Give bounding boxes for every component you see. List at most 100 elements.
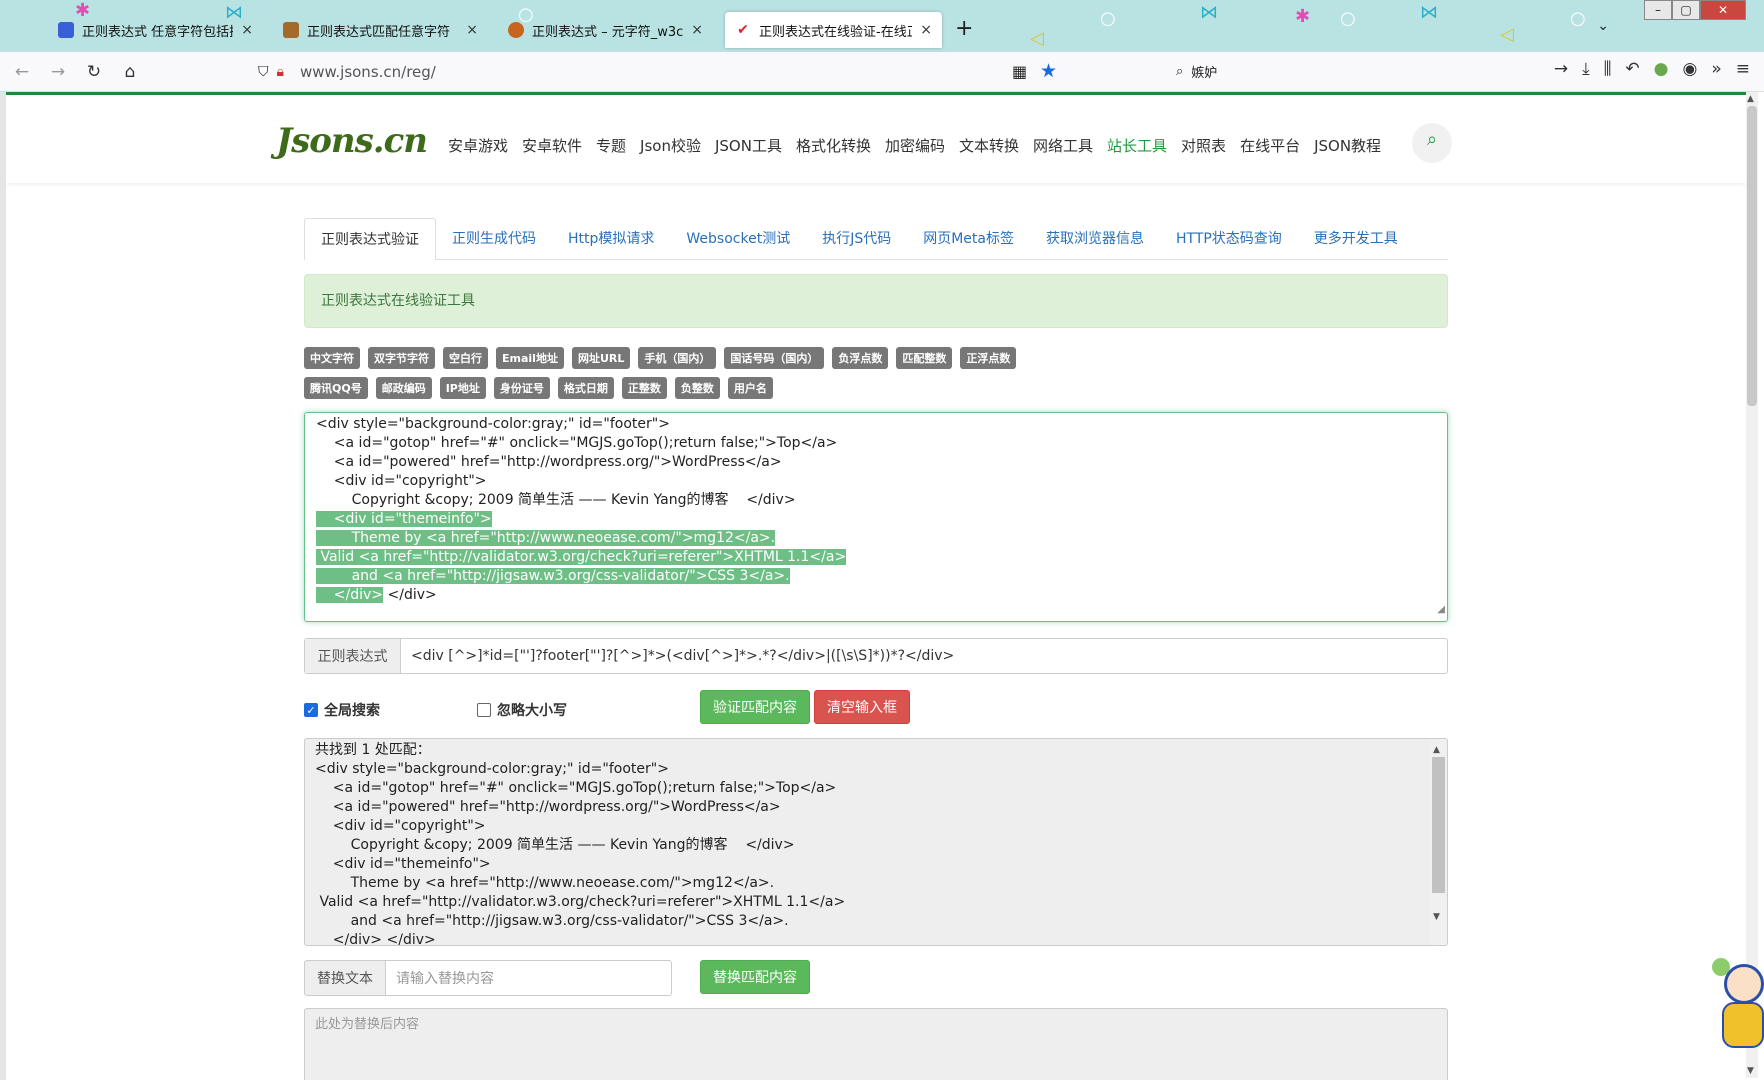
menu-item[interactable]: Json校验 xyxy=(640,135,701,156)
tab-browser-info[interactable]: 获取浏览器信息 xyxy=(1030,218,1160,260)
extension-icon[interactable]: ● xyxy=(1654,59,1669,79)
menu-icon[interactable]: ≡ xyxy=(1736,59,1750,79)
scroll-up-icon[interactable]: ▲ xyxy=(1747,94,1754,104)
scroll-down-icon[interactable]: ▼ xyxy=(1747,1066,1754,1076)
scroll-thumb[interactable] xyxy=(1747,106,1757,406)
forward-icon[interactable]: → xyxy=(44,58,72,86)
regex-input[interactable]: <div [^>]*id=["']?footer["']?[^>]*>(<div… xyxy=(401,639,1447,673)
preset-chip[interactable]: 身份证号 xyxy=(493,377,550,399)
mascot-widget[interactable] xyxy=(1712,950,1764,1054)
close-window-button[interactable]: ✕ xyxy=(1700,0,1746,20)
tab-more-tools[interactable]: 更多开发工具 xyxy=(1298,218,1414,260)
arrow-right-icon[interactable]: → xyxy=(1554,59,1568,79)
result-scrollbar[interactable]: ▲ ▼ xyxy=(1430,739,1447,945)
bookmark-star-icon[interactable]: ★ xyxy=(1040,60,1057,82)
favicon-icon xyxy=(508,22,524,38)
lock-icon[interactable]: 🔒︎ xyxy=(277,64,284,80)
menu-item[interactable]: 格式化转换 xyxy=(796,135,871,156)
close-tab-icon[interactable]: × xyxy=(691,22,703,38)
tab-http-request[interactable]: Http模拟请求 xyxy=(552,218,670,260)
undo-icon[interactable]: ↶ xyxy=(1625,59,1639,79)
back-icon[interactable]: ← xyxy=(8,58,36,86)
menu-item[interactable]: 加密编码 xyxy=(885,135,945,156)
clear-input-button[interactable]: 清空输入框 xyxy=(814,690,910,724)
ignore-case-checkbox[interactable]: 忽略大小写 xyxy=(477,700,567,720)
menu-item[interactable]: 安卓游戏 xyxy=(448,135,508,156)
preset-chip[interactable]: 用户名 xyxy=(727,377,773,399)
library-icon[interactable]: ⫼ xyxy=(1604,59,1612,79)
browser-tab[interactable]: 正则表达式匹配任意字符（包括 × xyxy=(273,12,488,48)
preset-chip[interactable]: 匹配整数 xyxy=(896,347,953,369)
preset-chip[interactable]: 邮政编码 xyxy=(375,377,432,399)
site-logo[interactable]: Jsons.cn xyxy=(276,121,428,161)
preset-chip[interactable]: 正浮点数 xyxy=(960,347,1017,369)
address-bar[interactable]: ⛉ 🔒︎ www.jsons.cn/reg/ xyxy=(258,58,436,86)
menu-item[interactable]: JSON工具 xyxy=(715,135,782,156)
preset-chip[interactable]: 网址URL xyxy=(571,347,631,369)
preset-chip[interactable]: 国话号码（国内） xyxy=(724,347,825,369)
resize-grip-icon[interactable]: ◢ xyxy=(1437,600,1445,619)
menu-item[interactable]: 对照表 xyxy=(1181,135,1226,156)
list-tabs-icon[interactable]: ⌄ xyxy=(1597,18,1609,34)
url-text[interactable]: www.jsons.cn/reg/ xyxy=(300,63,436,81)
result-line: Copyright &copy; 2009 简单生活 —— Kevin Yang… xyxy=(315,837,795,853)
maximize-button[interactable]: ▢ xyxy=(1672,0,1700,20)
replace-output[interactable]: 此处为替换后内容 xyxy=(304,1008,1448,1080)
home-icon[interactable]: ⌂ xyxy=(116,58,144,86)
extension-icon[interactable]: ◉ xyxy=(1683,59,1698,79)
preset-chip[interactable]: 空白行 xyxy=(443,347,488,369)
preset-chip[interactable]: 负浮点数 xyxy=(832,347,889,369)
search-bar[interactable]: ⌕ 嫉妒 xyxy=(1176,62,1217,81)
scroll-down-icon[interactable]: ▼ xyxy=(1433,908,1440,927)
preset-chip[interactable]: 格式日期 xyxy=(557,377,614,399)
menu-item[interactable]: 文本转换 xyxy=(959,135,1019,156)
replace-match-button[interactable]: 替换匹配内容 xyxy=(700,960,810,994)
menu-item[interactable]: JSON教程 xyxy=(1314,135,1381,156)
site-search-icon[interactable]: ⌕ xyxy=(1412,123,1452,163)
preset-chip[interactable]: 双字节字符 xyxy=(368,347,435,369)
shield-icon[interactable]: ⛉ xyxy=(258,64,269,80)
browser-tab[interactable]: 正则表达式 任意字符包括换行_ × xyxy=(48,12,263,48)
scroll-thumb[interactable] xyxy=(1432,757,1445,893)
new-tab-button[interactable]: + xyxy=(955,16,973,41)
tab-regex-codegen[interactable]: 正则生成代码 xyxy=(436,218,552,260)
preset-chip[interactable]: 中文字符 xyxy=(304,347,360,369)
tab-websocket[interactable]: Websocket测试 xyxy=(670,218,806,260)
minimize-button[interactable]: – xyxy=(1644,0,1672,20)
download-icon[interactable]: ⤓ xyxy=(1582,59,1590,79)
source-text-input[interactable]: <div style="background-color:gray;" id="… xyxy=(304,412,1448,622)
replace-input[interactable]: 请输入替换内容 xyxy=(386,960,672,996)
close-tab-icon[interactable]: × xyxy=(466,22,478,38)
preset-chip[interactable]: IP地址 xyxy=(439,377,486,399)
menu-item[interactable]: 在线平台 xyxy=(1240,135,1300,156)
browser-tab-active[interactable]: ✔ 正则表达式在线验证-在线正则表 × xyxy=(725,12,942,48)
overflow-icon[interactable]: » xyxy=(1711,59,1721,79)
global-search-checkbox[interactable]: ✓ 全局搜索 xyxy=(304,700,380,720)
tab-meta-tags[interactable]: 网页Meta标签 xyxy=(907,218,1030,260)
qr-code-icon[interactable]: ▦ xyxy=(1012,62,1027,81)
site-menu: 安卓游戏 安卓软件 专题 Json校验 JSON工具 格式化转换 加密编码 文本… xyxy=(448,135,1381,156)
match-result-output[interactable]: 共找到 1 处匹配： <div style="background-color:g… xyxy=(304,738,1448,946)
search-text[interactable]: 嫉妒 xyxy=(1191,62,1217,81)
page-scrollbar[interactable]: ▲ ▼ xyxy=(1746,92,1758,1078)
checkbox-checked-icon[interactable]: ✓ xyxy=(304,703,318,717)
menu-item[interactable]: 网络工具 xyxy=(1033,135,1093,156)
preset-chip[interactable]: 正整数 xyxy=(621,377,667,399)
close-tab-icon[interactable]: × xyxy=(241,22,253,38)
menu-item[interactable]: 安卓软件 xyxy=(522,135,582,156)
browser-tab[interactable]: 正则表达式 – 元字符_w3cscho × xyxy=(498,12,713,48)
preset-chip[interactable]: 手机（国内） xyxy=(638,347,717,369)
preset-chip[interactable]: 负整数 xyxy=(674,377,720,399)
verify-match-button[interactable]: 验证匹配内容 xyxy=(700,690,810,724)
tab-http-status[interactable]: HTTP状态码查询 xyxy=(1160,218,1298,260)
tab-regex-verify[interactable]: 正则表达式验证 xyxy=(304,218,436,260)
tab-run-js[interactable]: 执行JS代码 xyxy=(806,218,907,260)
checkbox-unchecked-icon[interactable] xyxy=(477,703,491,717)
reload-icon[interactable]: ↻ xyxy=(80,58,108,86)
close-tab-icon[interactable]: × xyxy=(920,22,932,38)
menu-item[interactable]: 专题 xyxy=(596,135,626,156)
menu-item-active[interactable]: 站长工具 xyxy=(1107,135,1167,156)
options-row: ✓ 全局搜索 忽略大小写 验证匹配内容 清空输入框 xyxy=(304,690,1448,726)
preset-chip[interactable]: Email地址 xyxy=(496,347,564,369)
preset-chip[interactable]: 腾讯QQ号 xyxy=(304,377,368,399)
